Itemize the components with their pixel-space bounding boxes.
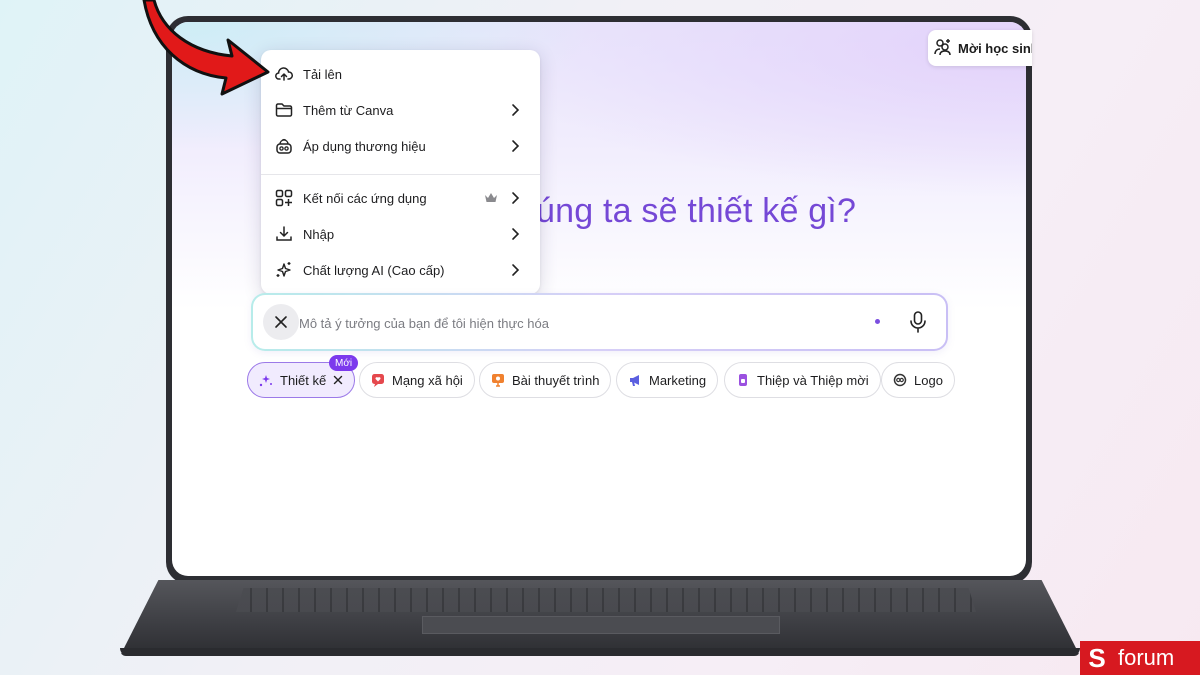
chip-label: Logo xyxy=(914,372,943,388)
chevron-right-icon xyxy=(512,264,520,276)
crown-icon xyxy=(485,193,497,202)
menu-item-add-from-canva[interactable]: Thêm từ Canva xyxy=(261,92,540,128)
page-headline: úng ta sẽ thiết kế gì? xyxy=(536,192,857,230)
card-icon xyxy=(736,373,750,387)
chip-marketing[interactable]: Marketing xyxy=(616,362,719,398)
status-dot xyxy=(875,319,880,324)
chip-label: Marketing xyxy=(649,372,707,388)
chip-social-media[interactable]: Mạng xã hội xyxy=(359,362,475,398)
new-badge: Mới xyxy=(329,355,359,371)
apps-plus-icon xyxy=(275,189,293,207)
menu-item-label: Chất lượng AI (Cao cấp) xyxy=(303,262,445,278)
close-icon[interactable] xyxy=(333,375,343,385)
ai-prompt-bar xyxy=(251,293,948,351)
folder-icon xyxy=(275,101,293,119)
chevron-right-icon xyxy=(512,192,520,204)
menu-divider xyxy=(261,174,540,175)
chevron-right-icon xyxy=(512,140,520,152)
menu-item-label: Kết nối các ứng dụng xyxy=(303,190,427,206)
chevron-right-icon xyxy=(512,104,520,116)
sforum-logo: S forum xyxy=(1080,641,1200,675)
chevron-right-icon xyxy=(512,228,520,240)
menu-item-upload[interactable]: Tải lên xyxy=(261,56,540,92)
laptop-keyboard xyxy=(236,588,976,612)
chip-cards-invitations[interactable]: Thiệp và Thiệp mời xyxy=(724,362,881,398)
menu-item-label: Thêm từ Canva xyxy=(303,102,394,118)
invite-students-button[interactable]: Mời học sinh xyxy=(928,30,1032,66)
chip-label: Thiệp và Thiệp mời xyxy=(757,372,869,388)
design-sparkle-icon xyxy=(259,373,273,387)
logo-icon xyxy=(893,373,907,387)
close-menu-button[interactable] xyxy=(263,304,299,340)
brand-kit-icon xyxy=(275,137,293,155)
invite-students-label: Mời học sinh xyxy=(958,40,1032,56)
presentation-icon xyxy=(491,373,505,387)
menu-item-connect-apps[interactable]: Kết nối các ứng dụng xyxy=(261,180,540,216)
prompt-input[interactable] xyxy=(297,309,861,337)
menu-item-label: Áp dụng thương hiệu xyxy=(303,138,426,154)
laptop-touchpad xyxy=(422,616,780,634)
sparkles-icon xyxy=(275,261,293,279)
menu-item-label: Nhập xyxy=(303,226,335,242)
download-icon xyxy=(275,225,293,243)
menu-item-apply-brand[interactable]: Áp dụng thương hiệu xyxy=(261,128,540,164)
heart-chat-icon xyxy=(371,373,385,387)
megaphone-icon xyxy=(628,373,642,387)
close-icon xyxy=(275,316,287,328)
sforum-logo-mark: S xyxy=(1080,641,1114,675)
chip-label: Bài thuyết trình xyxy=(512,372,600,388)
microphone-icon[interactable] xyxy=(907,310,929,334)
add-content-menu: Tải lên Thêm từ Canva Áp dụng thương hiệ… xyxy=(261,50,540,294)
user-plus-icon xyxy=(934,38,952,59)
annotation-arrow-icon xyxy=(142,0,270,96)
chip-label: Mạng xã hội xyxy=(392,372,463,388)
chip-logo[interactable]: Logo xyxy=(881,362,955,398)
laptop-base-edge xyxy=(120,648,1080,656)
chip-label: Thiết kế xyxy=(280,372,327,388)
menu-item-label: Tải lên xyxy=(303,66,343,82)
menu-item-ai-quality[interactable]: Chất lượng AI (Cao cấp) xyxy=(261,252,540,288)
sforum-logo-text: forum xyxy=(1114,641,1200,675)
chip-presentation[interactable]: Bài thuyết trình xyxy=(479,362,612,398)
menu-item-import[interactable]: Nhập xyxy=(261,216,540,252)
